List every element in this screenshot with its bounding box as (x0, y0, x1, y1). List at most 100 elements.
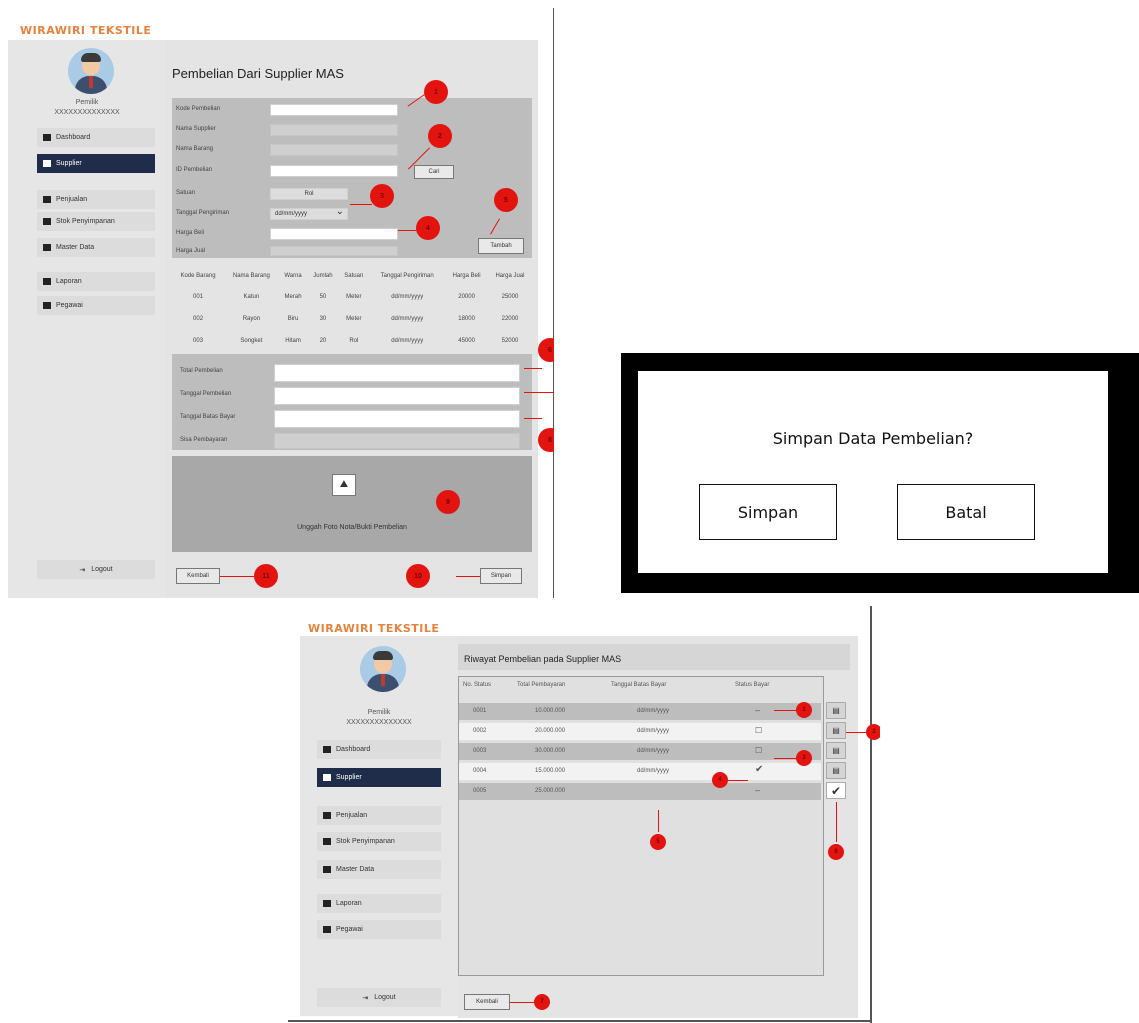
logout-button[interactable]: ⇥ Logout (317, 988, 441, 1007)
chevron-down-icon[interactable]: ⌄ (336, 207, 344, 217)
annotation-badge: 8 (538, 428, 554, 452)
annotation-badge: 4 (416, 216, 440, 240)
tanggal-pengiriman-input[interactable]: dd/mm/yyyy ⌄ (270, 207, 348, 220)
logout-button[interactable]: ⇥ Logout (37, 560, 155, 579)
annotation-arrow (774, 710, 796, 711)
satuan-select[interactable]: Rol (270, 188, 348, 200)
check-icon: ✔ (830, 783, 842, 798)
nav-master-data[interactable]: Master Data (37, 238, 155, 257)
field-label: Nama Supplier (176, 126, 216, 132)
annotation-badge: 5 (650, 834, 666, 850)
annotation-arrow (524, 368, 542, 369)
nav-penjualan[interactable]: Penjualan (317, 806, 441, 825)
annotation-badge: 5 (494, 188, 518, 212)
field-label: Harga Jual (176, 248, 206, 254)
annotation-arrow (836, 802, 837, 842)
tambah-button[interactable]: Tambah (478, 238, 524, 254)
nav-dashboard[interactable]: Dashboard (317, 740, 441, 759)
nav-penjualan[interactable]: Penjualan (37, 190, 155, 209)
id-pembelian-input[interactable] (270, 165, 398, 177)
user-name: Pemilik (75, 99, 99, 106)
document-icon (323, 900, 331, 907)
brand-logo: WIRAWIRI TEKSTILE (308, 622, 440, 635)
nav-master-data[interactable]: Master Data (317, 860, 441, 879)
tanggal-batas-bayar-input[interactable] (274, 410, 520, 428)
annotation-badge: 7 (534, 994, 550, 1010)
table-row[interactable]: 002 Rayon Biru 30 Meter dd/mm/yyyy 18000 22000 (172, 308, 532, 330)
nav-pegawai[interactable]: Pegawai (37, 296, 155, 315)
nav-pegawai[interactable]: Pegawai (317, 920, 441, 939)
annotation-badge: 3 (370, 184, 394, 208)
document-icon: ▤ (832, 746, 840, 755)
table-row[interactable]: 0003 30.000.000 dd/mm/yyyy ☐ (459, 743, 821, 760)
harga-beli-input[interactable] (270, 228, 398, 240)
nav-laporan[interactable]: Laporan (37, 272, 155, 291)
cari-button[interactable]: Cari (414, 165, 454, 179)
folder-icon (323, 866, 331, 873)
annotation-badge: 3 (796, 750, 812, 766)
table-row[interactable]: 0005 25.000.000– (459, 783, 821, 800)
avatar (360, 646, 406, 692)
handshake-icon (43, 196, 51, 203)
dialog-simpan-button[interactable]: Simpan (699, 484, 837, 540)
kode-pembelian-input[interactable] (270, 104, 398, 116)
field-label: Total Pembelian (180, 368, 223, 374)
annotation-arrow (510, 1002, 534, 1003)
logout-icon: ⇥ (362, 994, 369, 1002)
handshake-icon (323, 812, 331, 819)
table-row[interactable]: 003 Songket Hitam 20 Rol dd/mm/yyyy 45000 52000 (172, 330, 532, 352)
confirm-button[interactable]: ✔ (826, 782, 846, 799)
annotation-badge: 2 (866, 724, 880, 740)
nav-stok[interactable]: Stok Penyimpanan (37, 212, 155, 231)
table-row[interactable]: 0004 15.000.000 dd/mm/yyyy ✔ (459, 763, 821, 780)
nav-stok[interactable]: Stok Penyimpanan (317, 832, 441, 851)
total-pembelian-input[interactable] (274, 364, 520, 382)
history-screen: WIRAWIRI TEKSTILE Pemilik XXXXXXXXXXXXXX… (288, 606, 880, 1023)
home-icon (43, 134, 51, 141)
kembali-button[interactable]: Kembali (464, 994, 510, 1010)
field-label: Satuan (176, 190, 196, 196)
confirm-dialog: Simpan Data Pembelian? Simpan Batal (621, 353, 1139, 593)
upload-label: Unggah Foto Nota/Bukti Pembelian (297, 524, 407, 531)
nav-supplier[interactable]: Supplier (37, 154, 155, 173)
logout-icon: ⇥ (79, 566, 86, 574)
image-upload-icon: ⛰ (332, 474, 356, 496)
purchase-form: Kode Pembelian Nama Supplier Nama Barang… (172, 98, 532, 258)
nama-barang-field (270, 144, 398, 156)
detail-button[interactable]: ▤ (826, 762, 846, 779)
cart-icon (323, 774, 331, 781)
purchase-form-screen: WIRAWIRI TEKSTILE Pemilik XXXXXXXXXXXXXX… (8, 8, 554, 598)
nav-laporan[interactable]: Laporan (317, 894, 441, 913)
table-row[interactable]: 0001 10.000.000 dd/mm/yyyy – (459, 703, 821, 720)
document-icon: ▤ (832, 766, 840, 775)
user-id: XXXXXXXXXXXXXX (346, 719, 412, 726)
screen-divider (553, 8, 554, 598)
sisa-pembayaran-field (274, 433, 520, 449)
annotation-badge: 9 (436, 490, 460, 514)
page-title: Riwayat Pembelian pada Supplier MAS (464, 654, 622, 664)
upload-area[interactable]: ⛰ Unggah Foto Nota/Bukti Pembelian (172, 456, 532, 552)
tanggal-pembelian-input[interactable] (274, 387, 520, 405)
annotation-arrow (658, 810, 659, 832)
annotation-badge: 6 (538, 338, 554, 362)
annotation-badge: 10 (406, 564, 430, 588)
detail-button[interactable]: ▤ (826, 742, 846, 759)
table-row[interactable]: 001 Katun Merah 50 Meter dd/mm/yyyy 20000 25000 (172, 286, 532, 308)
page-title: Pembelian Dari Supplier MAS (172, 66, 344, 81)
kembali-button[interactable]: Kembali (176, 568, 220, 584)
cart-icon (43, 160, 51, 167)
table-row[interactable]: 0002 20.000.000 dd/mm/yyyy ☐ (459, 723, 821, 740)
nav-supplier[interactable]: Supplier (317, 768, 441, 787)
annotation-badge: 1 (796, 702, 812, 718)
annotation-arrow (398, 230, 418, 231)
dialog-body: Simpan Data Pembelian? Simpan Batal (638, 371, 1108, 573)
annotation-badge: 4 (712, 772, 728, 788)
detail-button[interactable]: ▤ (826, 702, 846, 719)
simpan-button[interactable]: Simpan (480, 568, 522, 584)
document-icon (43, 278, 51, 285)
nav-dashboard[interactable]: Dashboard (37, 128, 155, 147)
dialog-batal-button[interactable]: Batal (897, 484, 1035, 540)
payment-box: Total Pembelian Tanggal Pembelian Tangga… (172, 354, 532, 450)
annotation-arrow (846, 732, 866, 733)
detail-button[interactable]: ▤ (826, 722, 846, 739)
